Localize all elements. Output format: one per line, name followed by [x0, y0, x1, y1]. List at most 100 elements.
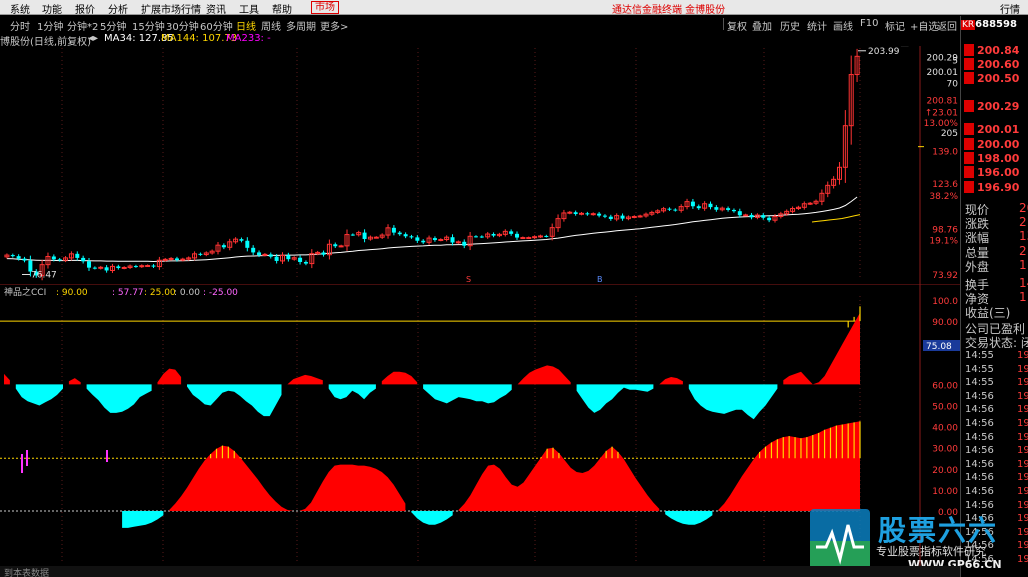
stock-code-number: 688598 [975, 19, 1017, 30]
candle-body [16, 256, 21, 259]
candle-body [473, 236, 478, 238]
ask-marker-icon [964, 100, 974, 112]
candle-body [198, 253, 203, 255]
tab-daily[interactable]: 日线 [236, 18, 256, 33]
cci-lower-negative-area [411, 511, 453, 525]
cci-upper-negative-area [688, 384, 778, 420]
y-axis-label: 38.2% [929, 192, 958, 202]
menu-item-quote[interactable]: 报价 [75, 1, 95, 16]
tab-1min[interactable]: 1分钟 [37, 18, 63, 33]
event-marker-icon: B [597, 275, 603, 284]
candle-body [749, 214, 754, 218]
candle-body [338, 245, 344, 248]
candlestick-chart[interactable]: 200.295200.0170200.81↑23.0113.00%205139.… [0, 46, 960, 285]
cci-upper-negative-area [328, 384, 376, 400]
candle-body [303, 261, 308, 264]
tab-5min[interactable]: 5分钟 [100, 18, 126, 33]
candle-body [415, 237, 420, 241]
mark-button[interactable]: 标记 [885, 18, 905, 33]
menu-item-news[interactable]: 资讯 [206, 1, 226, 16]
tick-price: 19 [1017, 377, 1028, 389]
menu-item-quotes-right[interactable]: 行情 [1000, 1, 1020, 16]
candle-body [274, 256, 279, 261]
toolbar-divider [723, 18, 724, 30]
window-control-icon: × [924, 46, 932, 48]
menu-item-analysis[interactable]: 分析 [108, 1, 128, 16]
candle-body [761, 215, 766, 218]
menu-item-function[interactable]: 功能 [42, 1, 62, 16]
candle-body [696, 206, 701, 209]
overlay-button[interactable]: 叠加 [752, 18, 772, 33]
candle-body [57, 259, 62, 261]
cci-axis-label: 100.0 [932, 297, 958, 307]
y-axis-label: 5 [952, 56, 958, 66]
tab-multi-period[interactable]: 多周期 [286, 18, 316, 33]
candle-body [409, 236, 414, 238]
y-axis-label: 13.00% [924, 119, 959, 129]
tab-weekly[interactable]: 周线 [261, 18, 281, 33]
history-button[interactable]: 历史 [780, 18, 800, 33]
cci-upper-negative-area [576, 384, 654, 413]
stock-code: KR688598 [961, 19, 1028, 31]
quote-panel: KR688598 200.84 200.60 200.50 200.29 200… [960, 16, 1028, 577]
tick-time: 14:56 [965, 431, 994, 443]
candle-body [455, 241, 461, 244]
candle-body [590, 213, 596, 216]
candle-body [133, 266, 138, 268]
candle-body [515, 233, 520, 238]
candle-body [333, 244, 338, 247]
tab-30min[interactable]: 30分钟 [166, 18, 199, 33]
candle-body [597, 213, 602, 216]
cci-axis-label: 30.00 [932, 445, 958, 455]
cci-upper-negative-area [423, 384, 512, 404]
candle-body [532, 236, 538, 239]
menu-item-extended-market[interactable]: 扩展市场行情 [141, 1, 201, 16]
candle-body [116, 266, 121, 268]
candle-body [737, 211, 742, 216]
bid-level-1: 200.01 [964, 123, 1028, 137]
candle-body [690, 201, 695, 207]
ma144-line [811, 214, 861, 223]
tab-more[interactable]: 更多> [320, 18, 348, 33]
tick-time: 14:56 [965, 418, 994, 429]
back-button[interactable]: 返回 [937, 18, 957, 33]
f10-button[interactable]: F10 [860, 18, 878, 29]
app-title: 通达信金融终端 金博股份 [612, 5, 726, 16]
tab-2min[interactable]: 分钟*2 [67, 18, 98, 33]
cci-upper-negative-area [187, 384, 282, 417]
candle-body [714, 207, 719, 210]
candle-body [239, 239, 244, 241]
candle-body [573, 212, 578, 215]
bid-marker-icon [964, 123, 974, 135]
ask-marker-icon [964, 58, 974, 70]
tick-row: 14:56 19 [965, 459, 1028, 470]
tab-15min[interactable]: 15分钟 [132, 18, 165, 33]
menu-item-tools[interactable]: 工具 [239, 1, 259, 16]
candle-body [75, 253, 80, 258]
candle-body [544, 235, 549, 237]
add-watchlist-button[interactable]: +自选 [910, 18, 938, 33]
candle-body [620, 215, 625, 219]
menu-item-system[interactable]: 系统 [10, 1, 30, 16]
draw-line-button[interactable]: 画线 [833, 18, 853, 33]
ma34-line [6, 196, 858, 263]
y-axis-label: 19.1% [929, 237, 958, 247]
candle-body [373, 236, 379, 239]
tick-price: 19 [1017, 363, 1028, 375]
market-button[interactable]: 市场 [311, 1, 339, 14]
menu-bar: 系统 功能 报价 分析 扩展市场行情 资讯 工具 帮助 市场 通达信金融终端 金… [0, 0, 1028, 16]
cci-value: : 57.77 [112, 288, 144, 298]
candle-body [608, 216, 613, 219]
candle-body [509, 231, 514, 234]
statistics-button[interactable]: 统计 [807, 18, 827, 33]
tick-price: 19 [1017, 404, 1028, 416]
restore-rights-button[interactable]: 复权 [727, 18, 747, 33]
tab-timeshare[interactable]: 分时 [10, 18, 30, 33]
menu-item-help[interactable]: 帮助 [272, 1, 292, 16]
tick-price: 19 [1017, 350, 1028, 361]
tab-60min[interactable]: 60分钟 [200, 18, 233, 33]
tick-price: 19 [1017, 418, 1028, 429]
candle-body [180, 258, 186, 261]
scroll-left-icon[interactable]: ◂▸ [88, 33, 98, 44]
ask-marker-icon [964, 72, 974, 84]
